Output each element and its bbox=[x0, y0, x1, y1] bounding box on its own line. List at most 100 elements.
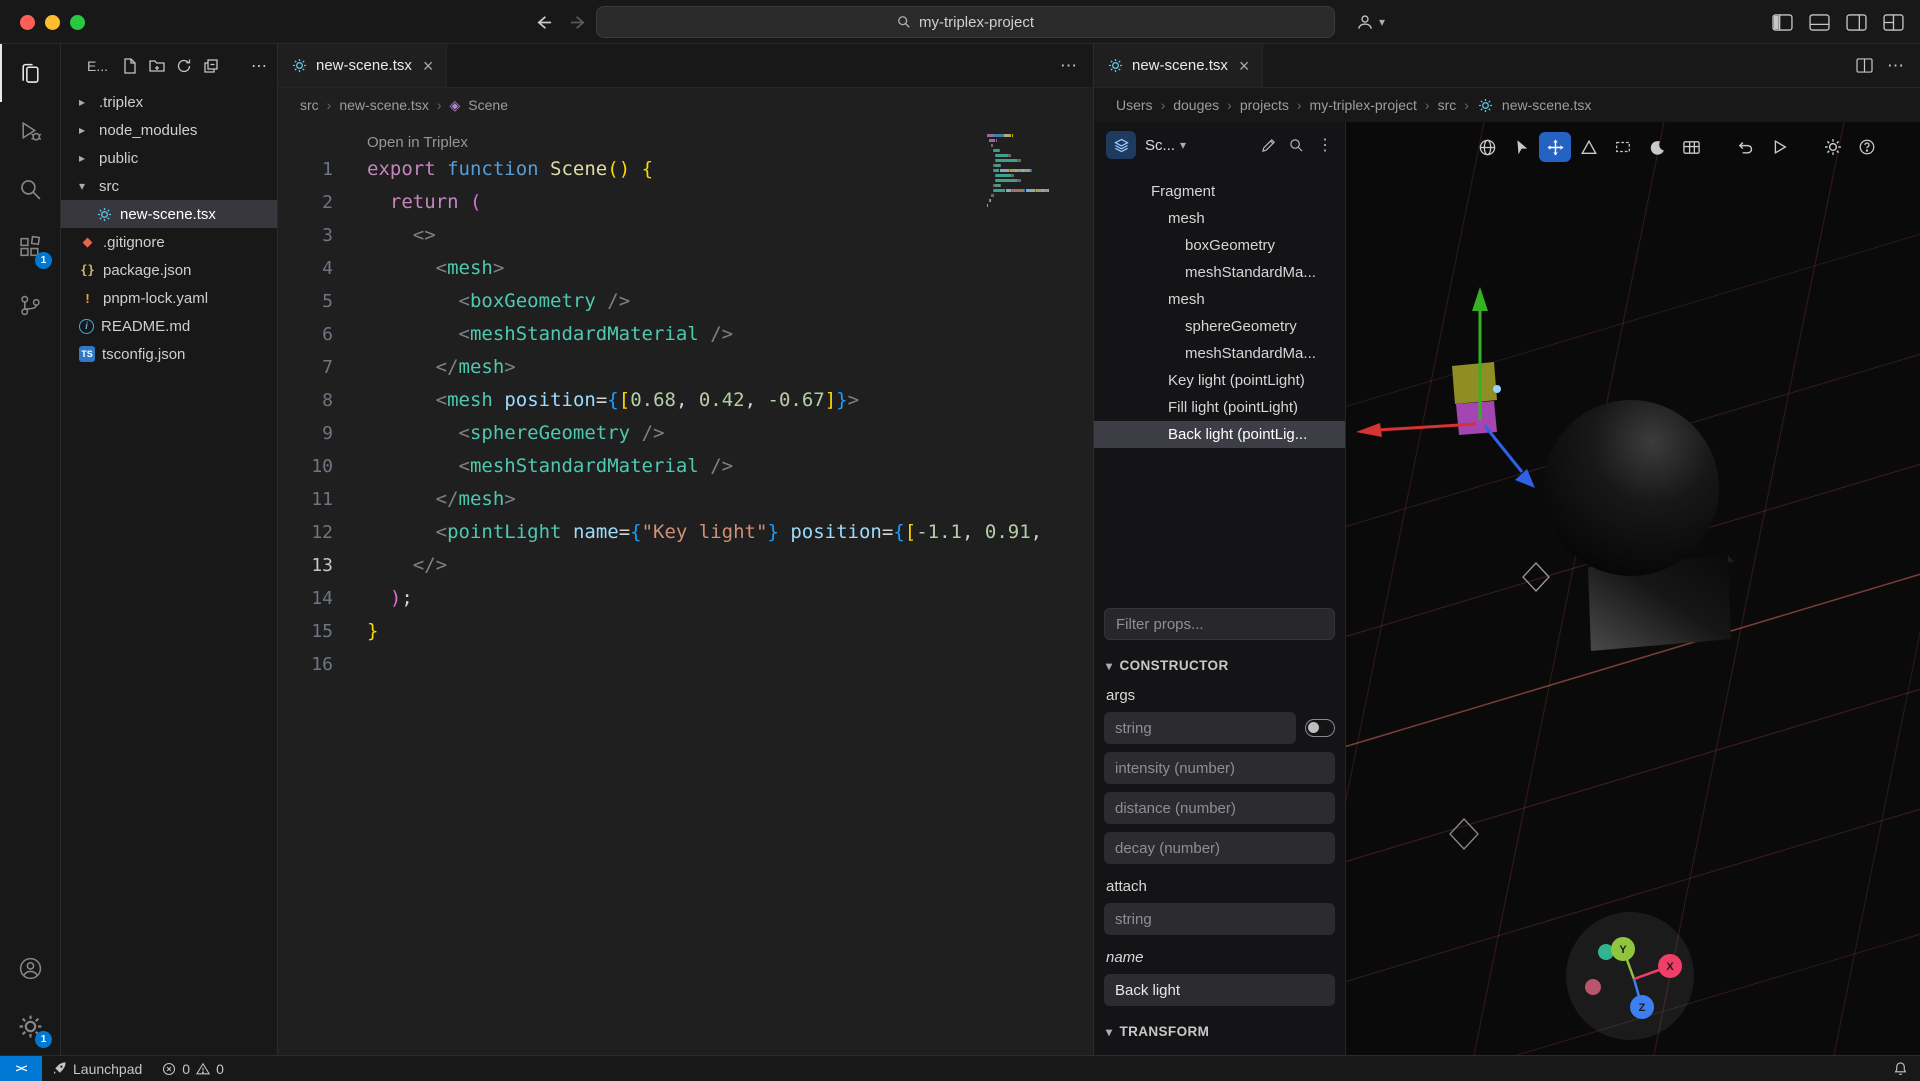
breadcrumb-symbol[interactable]: Scene bbox=[468, 97, 508, 113]
scene-tree-row[interactable]: meshStandardMa... bbox=[1094, 340, 1345, 367]
code-line[interactable]: 13 </> bbox=[278, 549, 1093, 582]
code-line[interactable]: 8 <mesh position={[0.68, 0.42, -0.67]}> bbox=[278, 384, 1093, 417]
prop-input[interactable] bbox=[1104, 752, 1335, 784]
code-line[interactable]: 7 </mesh> bbox=[278, 351, 1093, 384]
props-section-header[interactable]: ▾CONSTRUCTOR bbox=[1106, 658, 1333, 673]
prop-input[interactable] bbox=[1104, 903, 1335, 935]
minimize-window-button[interactable] bbox=[45, 15, 60, 30]
back-button[interactable] bbox=[534, 13, 553, 32]
prop-input[interactable] bbox=[1104, 792, 1335, 824]
scene-tree-row[interactable]: Key light (pointLight) bbox=[1094, 367, 1345, 394]
select-tool-button[interactable] bbox=[1505, 132, 1537, 162]
file-row[interactable]: iREADME.md bbox=[61, 312, 277, 340]
code-line[interactable]: 4 <mesh> bbox=[278, 252, 1093, 285]
gizmo-axis-z[interactable] bbox=[1485, 426, 1522, 472]
refresh-button[interactable] bbox=[176, 58, 192, 74]
scene-tree-row[interactable]: Back light (pointLig... bbox=[1094, 421, 1345, 448]
zoom-window-button[interactable] bbox=[70, 15, 85, 30]
file-row[interactable]: ◆.gitignore bbox=[61, 228, 277, 256]
file-row[interactable]: ▸node_modules bbox=[61, 116, 277, 144]
scene-select[interactable]: Sc... ▾ bbox=[1145, 137, 1193, 154]
breadcrumb-item[interactable]: projects bbox=[1240, 97, 1289, 113]
breadcrumb-file[interactable]: new-scene.tsx bbox=[339, 97, 428, 113]
breadcrumb-item[interactable]: Users bbox=[1116, 97, 1153, 113]
close-tab-icon[interactable]: × bbox=[1239, 57, 1250, 75]
code-line[interactable]: 6 <meshStandardMaterial /> bbox=[278, 318, 1093, 351]
launchpad-button[interactable]: Launchpad bbox=[42, 1056, 152, 1081]
file-row[interactable]: ▸public bbox=[61, 144, 277, 172]
file-row[interactable]: !pnpm-lock.yaml bbox=[61, 284, 277, 312]
scene-tree-row[interactable]: Fragment bbox=[1094, 178, 1345, 205]
breadcrumb-item[interactable]: new-scene.tsx bbox=[1502, 97, 1591, 113]
more-actions-icon[interactable]: ⋯ bbox=[251, 56, 267, 76]
code-line[interactable]: 15} bbox=[278, 615, 1093, 648]
file-row[interactable]: {}package.json bbox=[61, 256, 277, 284]
breadcrumb-item[interactable]: my-triplex-project bbox=[1310, 97, 1417, 113]
scene-tree-row[interactable]: sphereGeometry bbox=[1094, 313, 1345, 340]
forward-button[interactable] bbox=[569, 13, 588, 32]
viewport-settings-button[interactable] bbox=[1817, 132, 1849, 162]
sidebar-item-source-control[interactable] bbox=[0, 276, 60, 334]
axis-ball-neg[interactable] bbox=[1585, 979, 1601, 995]
copilot-menu[interactable]: ▾ bbox=[1355, 0, 1392, 44]
prop-input[interactable] bbox=[1104, 712, 1296, 744]
accounts-button[interactable] bbox=[0, 939, 60, 997]
gizmo-plane-xy[interactable] bbox=[1452, 362, 1497, 404]
file-row[interactable]: new-scene.tsx bbox=[61, 200, 277, 228]
code-line[interactable]: 1export function Scene() { bbox=[278, 153, 1093, 186]
new-file-button[interactable] bbox=[122, 58, 138, 74]
file-row[interactable]: ▾src bbox=[61, 172, 277, 200]
toggle-switch-icon[interactable] bbox=[1305, 719, 1335, 737]
lighting-mode-button[interactable] bbox=[1641, 132, 1673, 162]
code-line[interactable]: 14 ); bbox=[278, 582, 1093, 615]
scene-tree-row[interactable]: boxGeometry bbox=[1094, 232, 1345, 259]
translate-tool-button[interactable] bbox=[1539, 132, 1571, 162]
kebab-menu-icon[interactable]: ⋮ bbox=[1317, 135, 1333, 155]
code-line[interactable]: 16 bbox=[278, 648, 1093, 681]
rotate-tool-button[interactable] bbox=[1573, 132, 1605, 162]
editor-more-actions-icon[interactable]: ⋯ bbox=[1060, 56, 1077, 76]
sidebar-item-extensions[interactable]: 1 bbox=[0, 218, 60, 276]
code-line[interactable]: 2 return ( bbox=[278, 186, 1093, 219]
navigation-gizmo[interactable]: Y X Z bbox=[1566, 912, 1694, 1040]
scene-tree-row[interactable]: mesh bbox=[1094, 205, 1345, 232]
breadcrumb-src[interactable]: src bbox=[300, 97, 319, 113]
scene-tree-row[interactable]: mesh bbox=[1094, 286, 1345, 313]
customize-layout-button[interactable] bbox=[1883, 14, 1904, 31]
search-scene-button[interactable] bbox=[1289, 138, 1304, 153]
prop-input[interactable] bbox=[1104, 832, 1335, 864]
remote-indicator[interactable]: >< bbox=[0, 1056, 42, 1081]
file-row[interactable]: ▸.triplex bbox=[61, 88, 277, 116]
filter-props-input[interactable] bbox=[1104, 608, 1335, 640]
grid-settings-button[interactable] bbox=[1675, 132, 1707, 162]
scenes-button[interactable] bbox=[1106, 131, 1136, 159]
settings-button[interactable]: 1 bbox=[0, 997, 60, 1055]
world-space-button[interactable] bbox=[1471, 132, 1503, 162]
tab-new-scene[interactable]: new-scene.tsx × bbox=[278, 44, 447, 87]
code-line[interactable]: 9 <sphereGeometry /> bbox=[278, 417, 1093, 450]
close-tab-icon[interactable]: × bbox=[423, 57, 434, 75]
code-line[interactable]: 10 <meshStandardMaterial /> bbox=[278, 450, 1093, 483]
scene-tree-row[interactable]: Fill light (pointLight) bbox=[1094, 394, 1345, 421]
sphere-mesh[interactable] bbox=[1543, 400, 1719, 576]
file-row[interactable]: TStsconfig.json bbox=[61, 340, 277, 368]
sidebar-item-search[interactable] bbox=[0, 160, 60, 218]
split-editor-button[interactable] bbox=[1856, 58, 1873, 73]
prop-input[interactable] bbox=[1104, 974, 1335, 1006]
undo-button[interactable] bbox=[1729, 132, 1761, 162]
breadcrumb-item[interactable]: src bbox=[1438, 97, 1457, 113]
gizmo-center[interactable] bbox=[1493, 385, 1501, 393]
code-line[interactable]: 3 <> bbox=[278, 219, 1093, 252]
sidebar-item-explorer[interactable] bbox=[0, 44, 60, 102]
code-line[interactable]: 11 </mesh> bbox=[278, 483, 1093, 516]
code-editor[interactable]: Open in Triplex 1export function Scene()… bbox=[278, 122, 1093, 1055]
edit-button[interactable] bbox=[1261, 138, 1276, 153]
breadcrumb-item[interactable]: douges bbox=[1173, 97, 1219, 113]
scene-tree-row[interactable]: meshStandardMa... bbox=[1094, 259, 1345, 286]
toggle-secondary-sidebar-button[interactable] bbox=[1846, 14, 1867, 31]
translate-gizmo[interactable] bbox=[1356, 287, 1535, 488]
code-line[interactable]: 5 <boxGeometry /> bbox=[278, 285, 1093, 318]
props-section-header[interactable]: ▾TRANSFORM bbox=[1106, 1024, 1333, 1039]
pane-more-actions-icon[interactable]: ⋯ bbox=[1887, 56, 1904, 76]
close-window-button[interactable] bbox=[20, 15, 35, 30]
